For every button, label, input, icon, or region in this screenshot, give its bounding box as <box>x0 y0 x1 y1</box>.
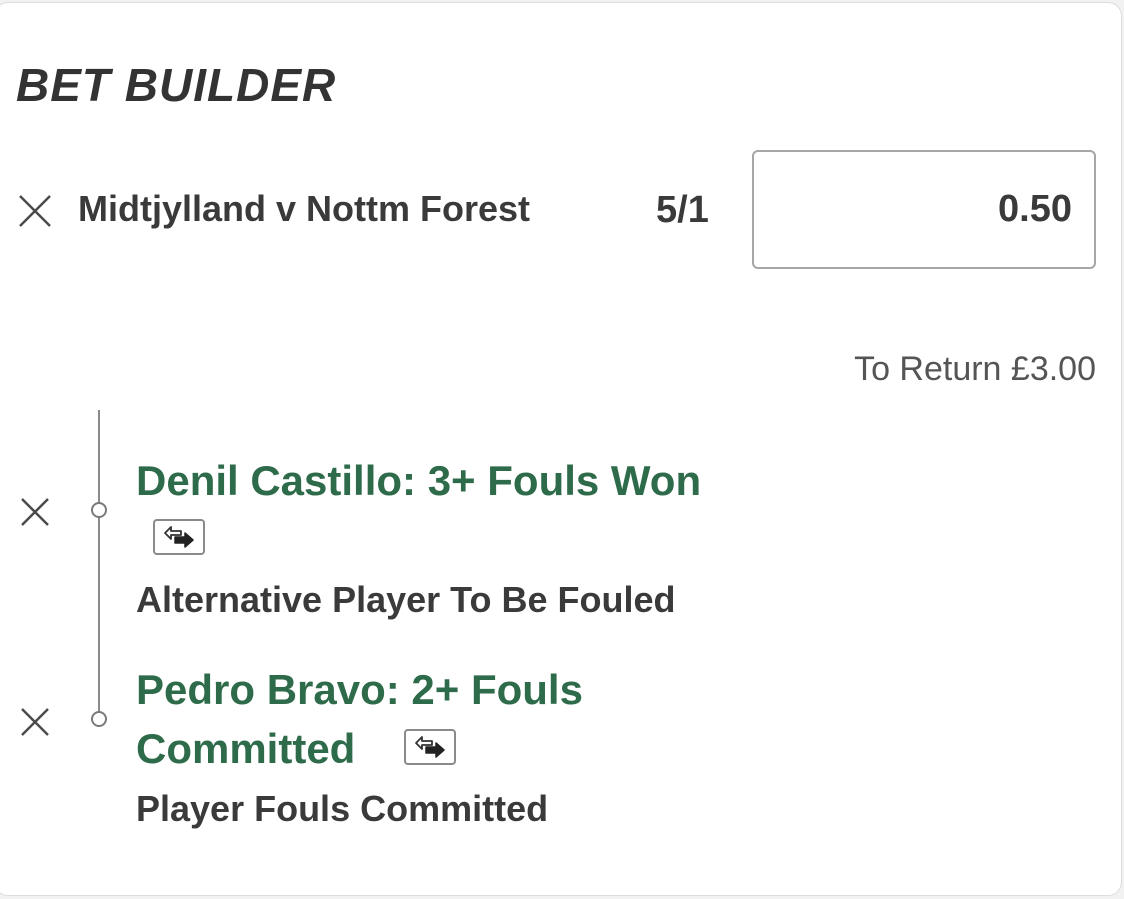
to-return-text: To Return £3.00 <box>854 350 1096 388</box>
timeline-dot <box>91 711 107 727</box>
page-title: BET BUILDER <box>16 59 337 111</box>
remove-bet-close-icon[interactable] <box>17 193 53 229</box>
timeline-dot <box>91 502 107 518</box>
selection-name-continued: Committed <box>136 725 356 772</box>
match-name: Midtjylland v Nottm Forest <box>78 188 531 229</box>
bet-odds: 5/1 <box>656 189 709 231</box>
selection-name: Denil Castillo: 3+ Fouls Won <box>136 457 702 504</box>
stake-input[interactable]: 0.50 <box>752 150 1096 269</box>
selection-name: Pedro Bravo: 2+ Fouls <box>136 666 583 713</box>
swap-icon <box>153 519 205 555</box>
swap-selection-button[interactable] <box>153 519 205 555</box>
selection-timeline <box>98 410 100 720</box>
swap-icon <box>404 729 456 765</box>
remove-selection-close-icon[interactable] <box>19 496 51 528</box>
swap-selection-button[interactable] <box>404 729 456 765</box>
selection-market: Player Fouls Committed <box>136 788 549 829</box>
remove-selection-close-icon[interactable] <box>19 706 51 738</box>
selection-market: Alternative Player To Be Fouled <box>136 579 676 620</box>
